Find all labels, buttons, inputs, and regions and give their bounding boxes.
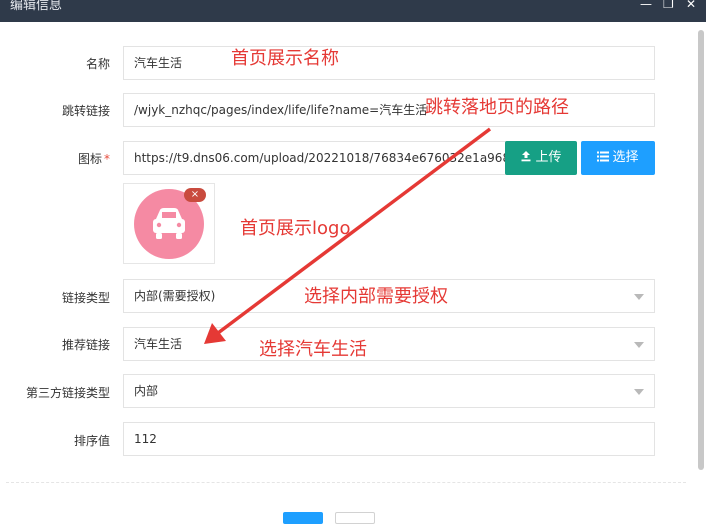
recommend-link-value: 汽车生活: [134, 337, 183, 351]
recommend-link-select[interactable]: 汽车生活: [123, 327, 655, 361]
link-type-value: 内部(需要授权): [134, 289, 216, 303]
annotation-recommend: 选择汽车生活: [259, 339, 367, 360]
annotation-logo: 首页展示logo: [240, 218, 351, 239]
link-input[interactable]: /wjyk_nzhqc/pages/index/life/life?name=汽…: [123, 93, 655, 127]
close-icon[interactable]: ✕: [686, 0, 696, 11]
window-title: 编辑信息: [10, 0, 63, 13]
annotation-link: 跳转落地页的路径: [425, 97, 569, 118]
choose-label: 选择: [612, 150, 639, 165]
minimize-icon[interactable]: —: [640, 0, 652, 11]
scrollbar[interactable]: [698, 30, 704, 470]
recommend-link-label: 推荐链接: [61, 338, 110, 352]
icon-label-text: 图标: [77, 152, 102, 166]
sort-label: 排序值: [73, 434, 110, 448]
annotation-link-type: 选择内部需要授权: [304, 286, 448, 307]
third-party-link-type-value: 内部: [134, 384, 159, 398]
remove-icon-badge[interactable]: ×: [184, 188, 206, 202]
list-icon: [597, 151, 610, 162]
confirm-button[interactable]: [283, 512, 323, 524]
name-input[interactable]: 汽车生活: [123, 46, 655, 80]
annotation-name: 首页展示名称: [231, 48, 339, 69]
choose-button[interactable]: 选择: [581, 141, 655, 175]
icon-url-input[interactable]: https://t9.dns06.com/upload/20221018/768…: [123, 141, 508, 175]
upload-icon: [521, 151, 531, 162]
footer-divider: [6, 482, 686, 483]
third-party-link-type-label: 第三方链接类型: [25, 386, 110, 400]
name-label: 名称: [85, 57, 110, 71]
chevron-down-icon: [634, 294, 644, 300]
upload-button[interactable]: 上传: [505, 141, 577, 175]
icon-label: 图标 *: [0, 150, 110, 167]
sort-input[interactable]: 112: [123, 422, 655, 456]
window-titlebar: 编辑信息 — ❐ ✕: [0, 0, 706, 22]
chevron-down-icon: [634, 342, 644, 348]
cancel-button[interactable]: [335, 512, 375, 524]
required-mark: *: [104, 152, 110, 166]
link-type-label: 链接类型: [61, 291, 110, 305]
restore-icon[interactable]: ❐: [663, 0, 674, 11]
third-party-link-type-select[interactable]: 内部: [123, 374, 655, 408]
icon-thumbnail: ×: [123, 183, 215, 264]
upload-label: 上传: [535, 150, 562, 165]
link-label: 跳转链接: [61, 104, 110, 118]
chevron-down-icon: [634, 389, 644, 395]
